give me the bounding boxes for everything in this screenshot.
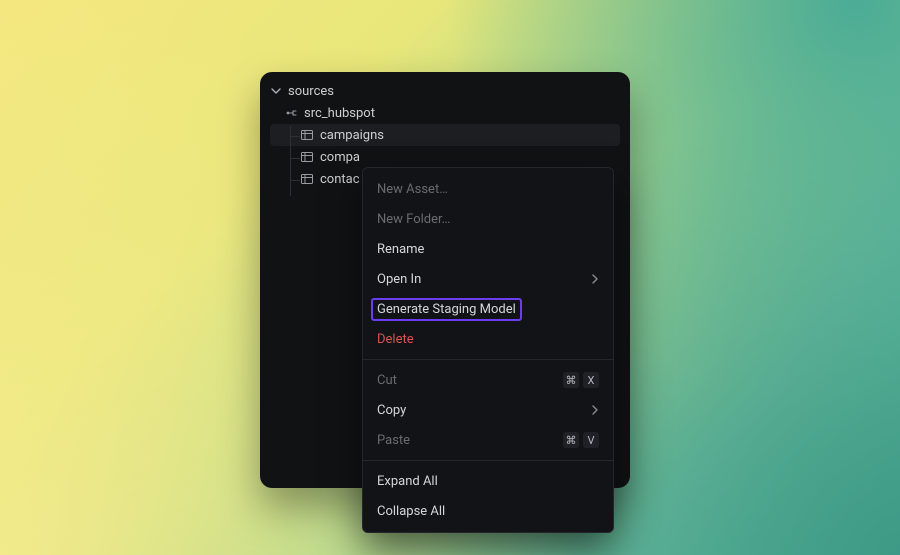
table-icon — [300, 130, 314, 140]
context-menu: New Asset… New Folder… Rename Open In Ge… — [362, 167, 614, 533]
chevron-right-icon — [591, 274, 599, 284]
tree-tick — [290, 136, 300, 137]
menu-item-label: Cut — [377, 373, 397, 388]
menu-collapse-all[interactable]: Collapse All — [363, 496, 613, 526]
tree-tick — [290, 158, 300, 159]
table-icon — [300, 152, 314, 162]
menu-shortcut: ⌘ X — [563, 372, 599, 388]
tree-item-label: contac — [320, 172, 360, 187]
menu-copy[interactable]: Copy — [363, 395, 613, 425]
background: sources src_hubspot campaigns — [0, 0, 900, 555]
menu-item-label: Rename — [377, 242, 424, 257]
tree-item-companies[interactable]: compa — [270, 146, 620, 168]
tree-item-campaigns[interactable]: campaigns — [270, 124, 620, 146]
kbd-v: V — [583, 432, 599, 448]
tree-source-label: src_hubspot — [304, 106, 375, 121]
kbd-cmd: ⌘ — [563, 432, 579, 448]
menu-item-label: New Folder… — [377, 212, 450, 227]
menu-delete[interactable]: Delete — [363, 324, 613, 354]
menu-cut[interactable]: Cut ⌘ X — [363, 365, 613, 395]
menu-separator — [363, 359, 613, 360]
chevron-right-icon — [591, 405, 599, 415]
menu-open-in[interactable]: Open In — [363, 264, 613, 294]
tree-item-label: campaigns — [320, 128, 384, 143]
menu-paste[interactable]: Paste ⌘ V — [363, 425, 613, 455]
tree-tick — [290, 180, 300, 181]
menu-item-label: Delete — [377, 332, 414, 347]
menu-new-asset[interactable]: New Asset… — [363, 174, 613, 204]
menu-rename[interactable]: Rename — [363, 234, 613, 264]
menu-expand-all[interactable]: Expand All — [363, 466, 613, 496]
menu-item-label: Generate Staging Model — [371, 298, 522, 321]
kbd-cmd: ⌘ — [563, 372, 579, 388]
chevron-down-icon — [270, 86, 282, 96]
menu-item-label: Expand All — [377, 474, 438, 489]
menu-new-folder[interactable]: New Folder… — [363, 204, 613, 234]
source-icon — [284, 107, 298, 119]
menu-shortcut: ⌘ V — [563, 432, 599, 448]
kbd-x: X — [583, 372, 599, 388]
menu-item-label: Copy — [377, 403, 406, 418]
tree-root-sources[interactable]: sources — [270, 80, 620, 102]
menu-separator — [363, 460, 613, 461]
table-icon — [300, 174, 314, 184]
menu-item-label: Paste — [377, 433, 410, 448]
tree-source-hubspot[interactable]: src_hubspot — [270, 102, 620, 124]
tree-root-label: sources — [288, 84, 334, 99]
menu-item-label: Open In — [377, 272, 421, 287]
menu-item-label: New Asset… — [377, 182, 448, 197]
menu-generate-staging-model[interactable]: Generate Staging Model — [363, 294, 613, 324]
menu-item-label: Collapse All — [377, 504, 445, 519]
tree-item-label: compa — [320, 150, 360, 165]
